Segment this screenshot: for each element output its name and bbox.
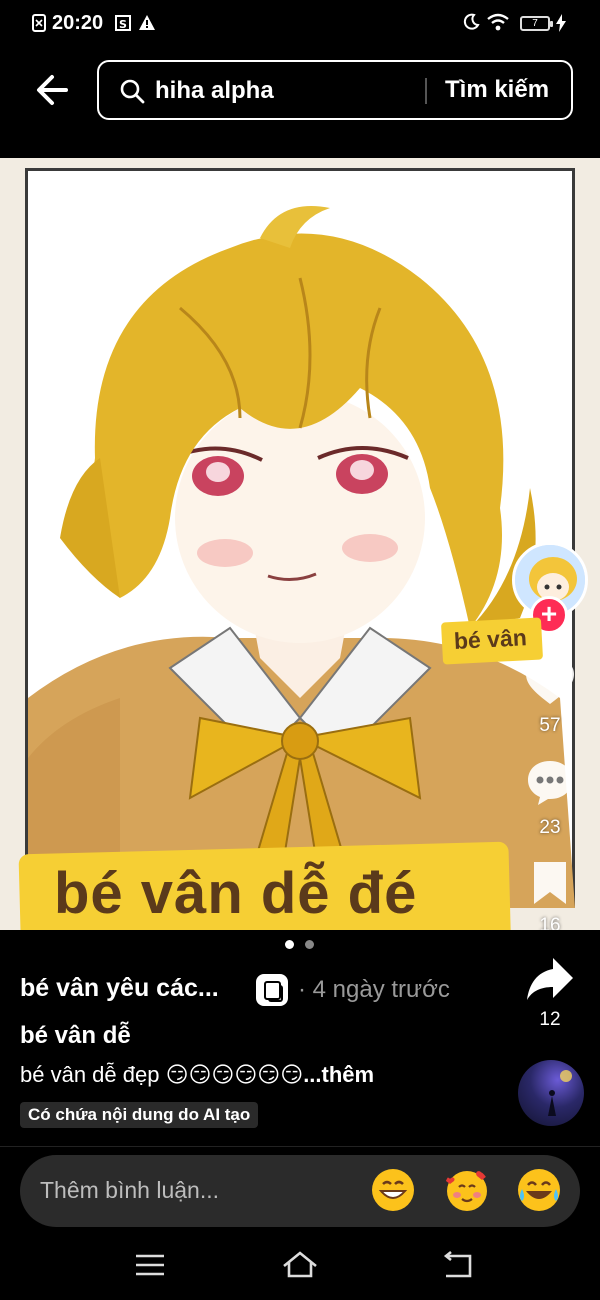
hearts-emoji-icon[interactable] — [444, 1167, 490, 1213]
author-name[interactable]: bé vân yêu các... — [20, 974, 219, 1003]
share-icon — [527, 958, 573, 1000]
search-input[interactable]: hiha alpha — [155, 77, 274, 105]
joy-emoji-icon[interactable] — [516, 1167, 562, 1213]
moon-icon — [463, 13, 480, 30]
post-time: · 4 ngày trước — [298, 976, 450, 1003]
search-divider — [425, 78, 427, 104]
clock: 20:20 — [52, 12, 104, 34]
menu-icon[interactable] — [130, 1248, 170, 1282]
video-player[interactable]: bé vân dễ đé — [0, 158, 600, 930]
share-button[interactable]: 12 — [520, 956, 580, 1031]
search-icon — [120, 79, 145, 104]
grin-emoji-icon[interactable] — [370, 1167, 416, 1213]
sticker-text: bé vân — [453, 624, 528, 654]
warning-icon — [139, 15, 155, 30]
share-count: 12 — [539, 1009, 561, 1030]
comment-input[interactable]: Thêm bình luận... — [40, 1177, 219, 1204]
music-cover-image — [548, 1070, 572, 1116]
music-disc[interactable] — [518, 1060, 584, 1126]
carousel-indicator — [0, 930, 600, 956]
copy-icon[interactable] — [256, 974, 288, 1006]
bookmark-icon — [534, 862, 566, 904]
back-arrow-icon — [37, 75, 68, 105]
status-bar: 20:20 S 7 — [0, 0, 600, 46]
carousel-dot — [305, 940, 314, 949]
video-title: bé vân dễ — [20, 1022, 131, 1049]
system-nav-bar — [0, 1232, 600, 1300]
back-button[interactable] — [30, 68, 74, 112]
video-caption: bé vân dễ đé — [54, 861, 418, 926]
name-sticker: bé vân — [440, 617, 544, 665]
search-header: hiha alpha Tìm kiếm — [0, 46, 600, 158]
bookmark-count: 16 — [539, 915, 561, 930]
description-text: bé vân dễ đẹp 😏😏😏😏😏😏 — [20, 1062, 304, 1087]
wifi-icon — [487, 13, 509, 31]
video-info: bé vân yêu các... · 4 ngày trước 12 bé v… — [0, 956, 600, 1146]
svg-text:S: S — [119, 18, 127, 31]
screenshot-icon: S — [115, 15, 131, 31]
search-bar[interactable]: hiha alpha Tìm kiếm — [97, 60, 573, 120]
heart-icon — [526, 661, 574, 704]
comment-button[interactable]: 23 — [520, 758, 580, 839]
search-button[interactable]: Tìm kiếm — [445, 76, 549, 104]
anime-girl-artwork — [28, 206, 575, 908]
return-icon[interactable] — [438, 1248, 478, 1282]
comment-input-bar[interactable]: Thêm bình luận... — [20, 1155, 580, 1227]
ai-content-badge: Có chứa nội dung do AI tạo — [20, 1102, 259, 1128]
video-description: bé vân dễ đẹp 😏😏😏😏😏😏...thêm — [20, 1062, 374, 1088]
divider — [0, 1146, 600, 1147]
battery-indicator: 7 — [520, 16, 553, 31]
comment-icon — [528, 761, 572, 805]
home-icon[interactable] — [280, 1248, 320, 1282]
sim-icon — [32, 14, 46, 32]
like-button[interactable]: 57 — [520, 660, 580, 737]
see-more-link[interactable]: ...thêm — [303, 1062, 374, 1087]
like-count: 57 — [539, 715, 561, 736]
charging-icon — [556, 14, 566, 32]
comment-count: 23 — [539, 817, 561, 838]
bookmark-button[interactable]: 16 — [520, 860, 580, 930]
carousel-dot-active — [285, 940, 294, 949]
